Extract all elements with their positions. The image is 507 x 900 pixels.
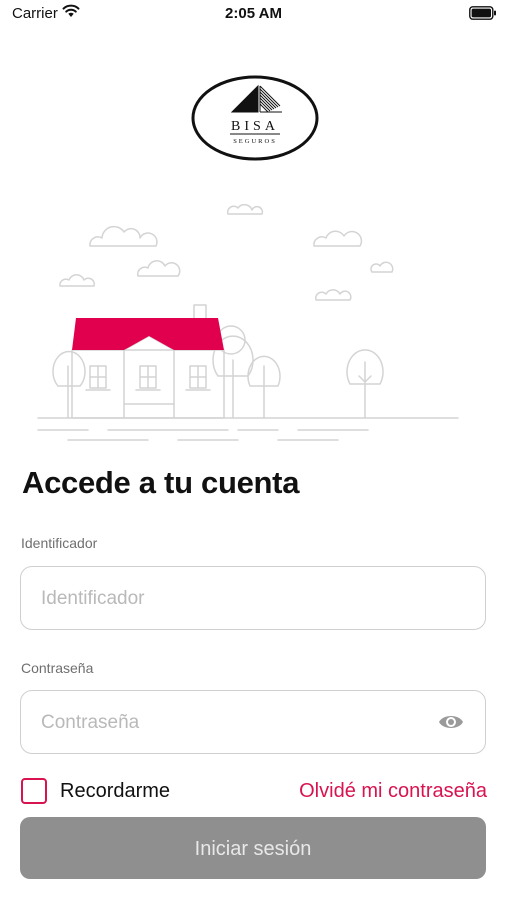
remember-checkbox[interactable] — [21, 778, 47, 804]
remember-label[interactable]: Recordarme — [60, 780, 170, 803]
eye-icon[interactable] — [437, 711, 465, 738]
status-time: 2:05 AM — [225, 5, 282, 22]
page-title: Accede a tu cuenta — [22, 465, 300, 500]
svg-text:BISA: BISA — [231, 119, 279, 134]
identifier-label: Identificador — [21, 535, 98, 551]
forgot-password-link[interactable]: Olvidé mi contraseña — [299, 780, 487, 803]
battery-icon — [469, 6, 497, 25]
password-input[interactable] — [39, 691, 443, 755]
login-button[interactable]: Iniciar sesión — [20, 817, 486, 879]
password-label: Contraseña — [21, 660, 94, 676]
house-illustration — [28, 190, 478, 446]
bisa-seguros-logo: BISA SEGUROS — [190, 74, 320, 162]
identifier-field-container[interactable] — [20, 566, 486, 631]
password-field-container[interactable] — [20, 690, 486, 755]
identifier-input[interactable] — [39, 567, 443, 631]
status-bar: Carrier 2:05 AM — [0, 0, 507, 28]
svg-text:SEGUROS: SEGUROS — [233, 138, 277, 145]
